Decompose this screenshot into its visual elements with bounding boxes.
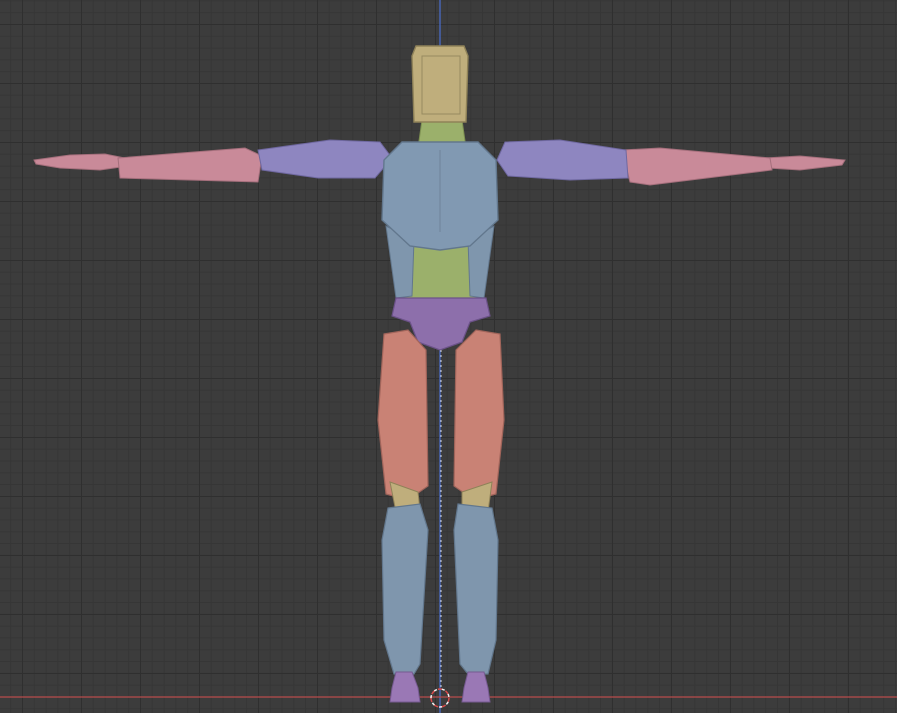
left-thigh[interactable] [377, 329, 429, 501]
left-hand[interactable] [33, 153, 129, 171]
left-upper-arm[interactable] [257, 139, 393, 179]
right-foot[interactable] [461, 671, 491, 703]
right-forearm[interactable] [621, 147, 773, 186]
viewport-scene [0, 0, 897, 713]
right-hand[interactable] [764, 155, 846, 171]
right-upper-arm[interactable] [496, 139, 629, 181]
right-shin[interactable] [453, 503, 499, 675]
left-forearm[interactable] [117, 147, 263, 183]
right-thigh[interactable] [453, 329, 505, 501]
left-foot[interactable] [389, 671, 421, 703]
left-shin[interactable] [381, 503, 429, 675]
3d-viewport[interactable] [0, 0, 897, 713]
